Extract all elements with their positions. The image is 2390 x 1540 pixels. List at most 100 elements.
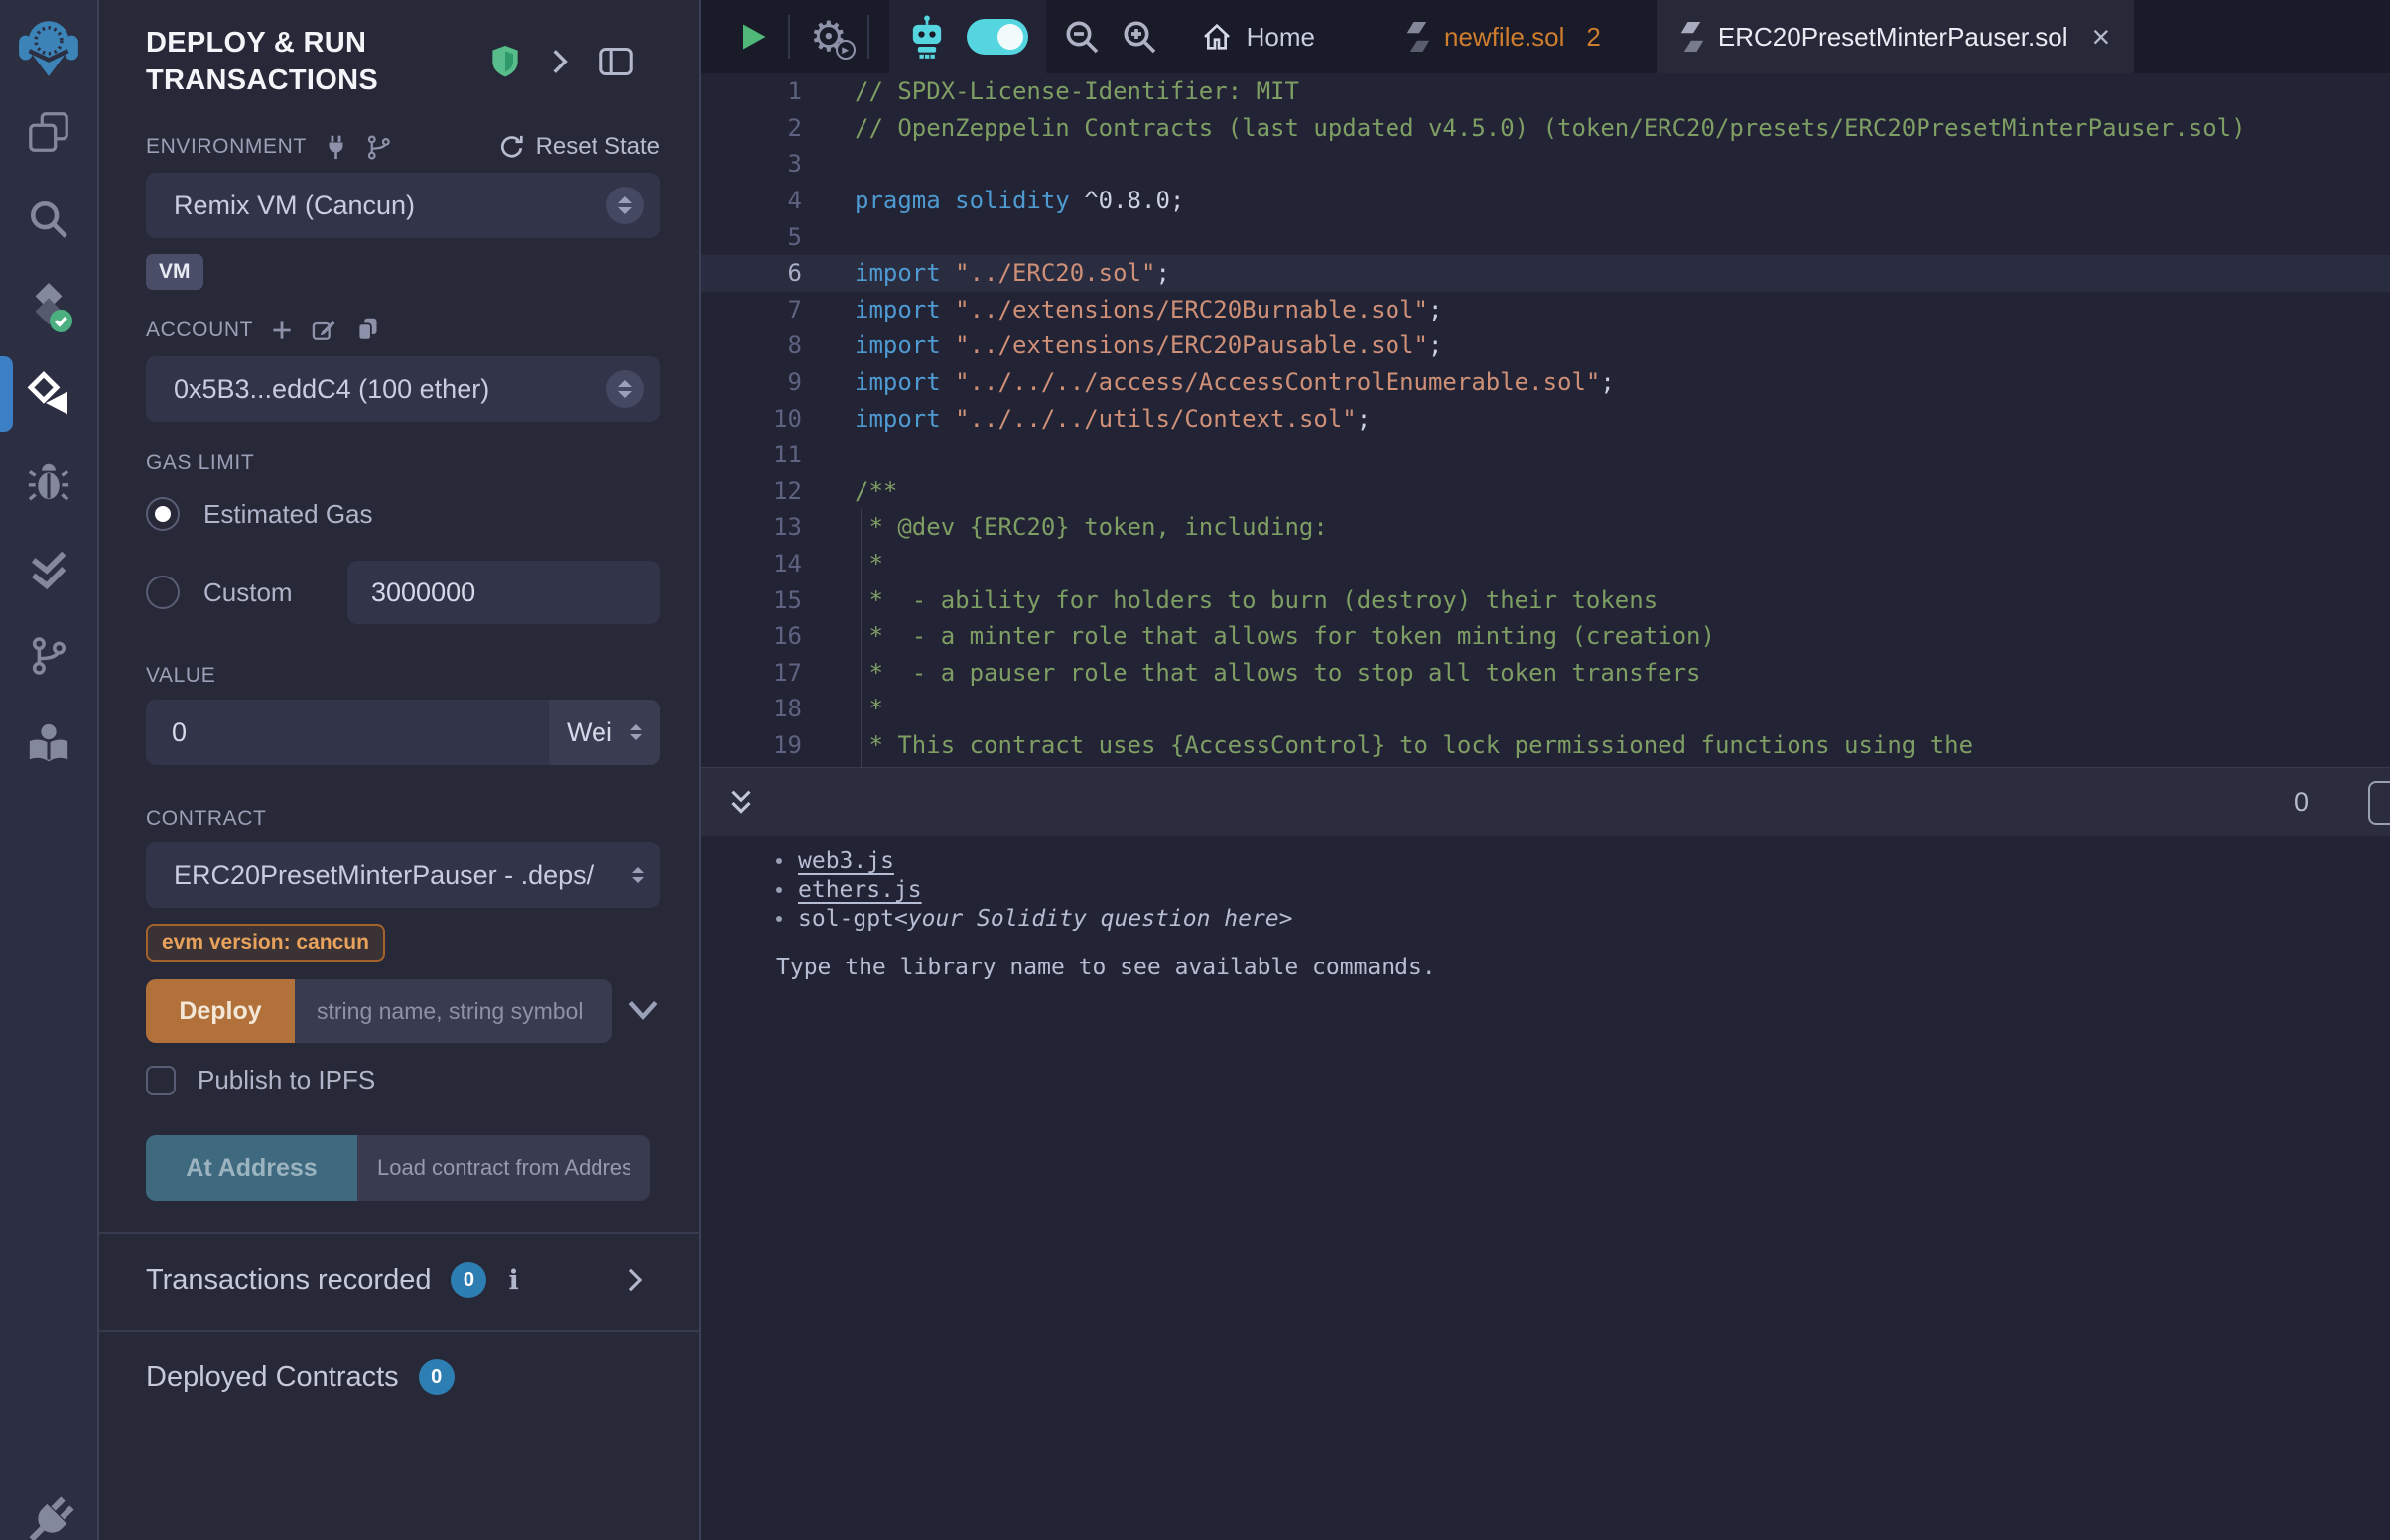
tab-erc20presetminterpauser[interactable]: ERC20PresetMinterPauser.sol × (1657, 0, 2134, 73)
terminal-header: 0 (701, 767, 2390, 836)
bullet-icon (776, 916, 782, 922)
value-input[interactable] (146, 700, 549, 765)
line-number: 5 (701, 223, 802, 251)
line-number: 2 (701, 114, 802, 142)
custom-gas-input[interactable] (347, 561, 660, 624)
expand-constructor-icon[interactable] (626, 998, 660, 1024)
gas-limit-label: GAS LIMIT (146, 451, 254, 475)
value-unit-select[interactable]: Wei (549, 700, 660, 765)
deployed-count-badge: 0 (419, 1359, 455, 1395)
terminal-command: sol-gpt (798, 906, 894, 932)
code-line: 7import "../extensions/ERC20Burnable.sol… (701, 292, 2390, 328)
estimated-gas-radio[interactable] (146, 497, 180, 531)
code-editor[interactable]: 1// SPDX-License-Identifier: MIT2// Open… (701, 73, 2390, 767)
zoom-out-button[interactable] (1062, 17, 1102, 57)
sidebar-item-git[interactable] (0, 615, 98, 697)
line-number: 11 (701, 441, 802, 468)
toggle-knob (997, 24, 1023, 50)
sidebar-item-deploy-and-run[interactable] (0, 353, 98, 435)
plug-icon (21, 1494, 76, 1540)
code-line: 16 * - a minter role that allows for tok… (701, 618, 2390, 655)
sidebar-item-file-explorer[interactable] (0, 91, 98, 173)
divider (99, 1232, 699, 1234)
gear-play-icon: ▶ (836, 40, 856, 60)
indent-guide (861, 509, 862, 767)
code-line: 19 * This contract uses {AccessControl} … (701, 727, 2390, 764)
terminal-search-box[interactable] (2368, 781, 2390, 825)
code-line: 6import "../ERC20.sol"; (701, 255, 2390, 292)
close-icon[interactable]: × (2092, 21, 2111, 53)
line-number: 15 (701, 586, 802, 614)
vm-badge: VM (146, 254, 203, 290)
shield-icon (489, 44, 521, 79)
contract-label: CONTRACT (146, 807, 266, 831)
reset-state-button[interactable]: Reset State (498, 133, 660, 161)
ai-copilot-toggle[interactable] (967, 19, 1028, 55)
copy-account-icon[interactable] (354, 316, 381, 344)
deploy-and-run-icon (25, 370, 72, 418)
script-config-icon[interactable]: ⚙ ▶ (810, 16, 848, 58)
code-lines: 1// SPDX-License-Identifier: MIT2// Open… (701, 73, 2390, 767)
sign-message-icon[interactable] (311, 317, 338, 344)
line-number: 19 (701, 731, 802, 759)
expand-terminal-icon[interactable] (727, 786, 756, 820)
line-number: 1 (701, 77, 802, 105)
account-value: 0x5B3...eddC4 (100 ether) (174, 374, 606, 405)
sidebar-item-learneth[interactable] (0, 703, 98, 784)
solidity-compiler-icon (24, 281, 73, 332)
at-address-button[interactable]: At Address (146, 1135, 357, 1201)
transactions-count-badge: 0 (451, 1262, 486, 1298)
tab-home[interactable]: Home (1175, 0, 1341, 73)
custom-gas-radio[interactable] (146, 576, 180, 609)
solidity-file-icon (1406, 22, 1430, 52)
deployed-contracts-label: Deployed Contracts (146, 1361, 399, 1394)
terminal-library-link[interactable]: web3.js (798, 848, 894, 874)
sidebar-item-debugger[interactable] (0, 441, 98, 522)
plug-connect-icon[interactable] (323, 134, 349, 161)
unit-arrows-icon (630, 724, 642, 740)
contract-select[interactable]: ERC20PresetMinterPauser - .deps/ (146, 842, 660, 908)
sidebar-item-search[interactable] (0, 179, 98, 260)
pin-panel-icon[interactable] (598, 46, 634, 77)
code-line: 20 * different roles - head to its docum… (701, 763, 2390, 767)
sidebar-item-unit-testing[interactable] (0, 528, 98, 609)
editor-topbar: ⚙ ▶ (701, 0, 2390, 73)
expand-transactions-icon[interactable] (624, 1266, 646, 1294)
terminal-listen-count: 0 (2294, 787, 2309, 818)
tab-newfile[interactable]: newfile.sol 2 (1381, 0, 1627, 73)
page-title: DEPLOY & RUN TRANSACTIONS (146, 24, 473, 99)
chevron-right-icon[interactable] (547, 46, 573, 77)
terminal-items: web3.jsethers.jssol-gpt <your Solidity q… (776, 846, 2390, 933)
environment-select[interactable]: Remix VM (Cancun) (146, 173, 660, 238)
line-number: 18 (701, 695, 802, 722)
line-number: 10 (701, 405, 802, 433)
terminal-list-item: web3.js (776, 846, 2390, 875)
transactions-recorded-section[interactable]: Transactions recorded 0 i (146, 1262, 660, 1298)
add-account-icon[interactable] (269, 318, 295, 343)
line-number: 12 (701, 477, 802, 505)
run-script-button[interactable] (738, 22, 768, 52)
home-icon (1201, 21, 1233, 53)
zoom-in-button[interactable] (1120, 17, 1159, 57)
environment-label: ENVIRONMENT (146, 135, 307, 159)
remix-logo (16, 8, 81, 85)
toolbar-divider (788, 15, 790, 59)
code-line: 1// SPDX-License-Identifier: MIT (701, 73, 2390, 110)
contract-value: ERC20PresetMinterPauser - .deps/ (174, 860, 632, 891)
publish-ipfs-checkbox[interactable] (146, 1066, 176, 1095)
git-branch-icon (28, 635, 69, 677)
fork-environment-icon[interactable] (365, 134, 392, 161)
at-address-input[interactable] (357, 1135, 650, 1201)
sidebar-item-solidity-compiler[interactable] (0, 266, 98, 347)
deploy-button[interactable]: Deploy (146, 979, 295, 1043)
terminal-library-link[interactable]: ethers.js (798, 877, 922, 903)
info-icon[interactable]: i (508, 1265, 518, 1296)
account-select[interactable]: 0x5B3...eddC4 (100 ether) (146, 356, 660, 422)
code-line: 13 * @dev {ERC20} token, including: (701, 509, 2390, 546)
remix-ai-robot-icon[interactable] (907, 14, 947, 60)
sidebar-item-plugin-manager[interactable] (21, 1494, 76, 1540)
terminal-body[interactable]: web3.jsethers.jssol-gpt <your Solidity q… (701, 836, 2390, 1540)
deploy-run-panel: DEPLOY & RUN TRANSACTIONS (99, 0, 701, 1540)
deployed-contracts-section[interactable]: Deployed Contracts 0 (146, 1359, 660, 1395)
constructor-args-input[interactable] (295, 979, 612, 1043)
